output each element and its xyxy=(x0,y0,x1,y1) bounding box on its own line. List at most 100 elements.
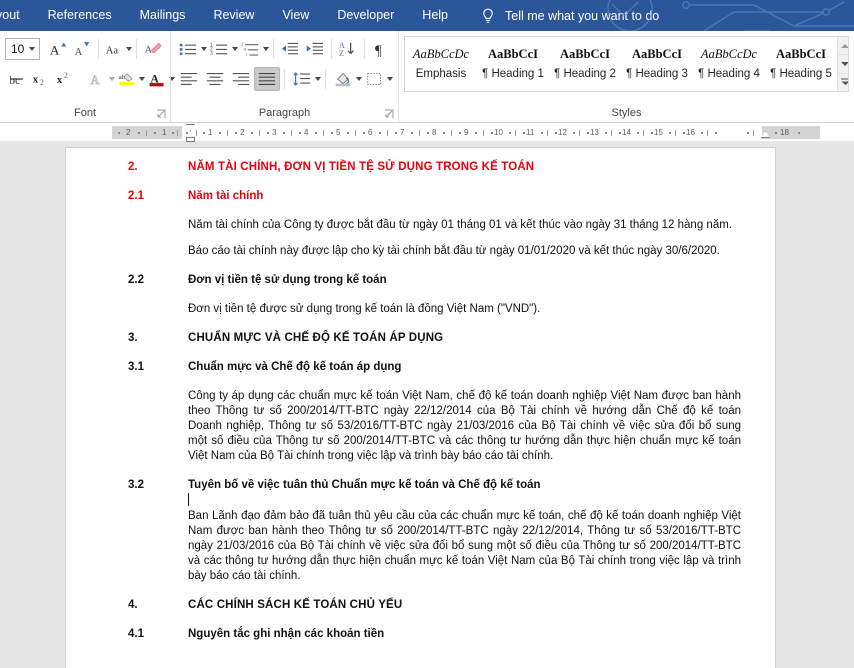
divider xyxy=(331,38,333,59)
clear-formatting-button[interactable]: A xyxy=(141,37,165,61)
tab-layout-truncated[interactable]: yout xyxy=(0,0,34,31)
tab-mailings[interactable]: Mailings xyxy=(126,0,200,31)
align-center-button[interactable] xyxy=(202,67,228,91)
bullets-button[interactable] xyxy=(176,37,201,61)
tab-help[interactable]: Help xyxy=(408,0,462,31)
text-highlight-color-button[interactable]: ab xyxy=(115,67,139,91)
font-row-2: bc x2 x2 A ab A xyxy=(5,65,165,92)
paragraph-heading-2[interactable]: 2. NĂM TÀI CHÍNH, ĐƠN VỊ TIỀN TỆ SỬ DỤNG… xyxy=(128,160,741,175)
shading-button[interactable] xyxy=(330,67,356,91)
paragraph-number: 4. xyxy=(128,599,138,611)
borders-dropdown-icon[interactable] xyxy=(387,67,393,91)
styles-gallery-scrollbar[interactable] xyxy=(837,37,848,91)
strikethrough-button[interactable]: bc xyxy=(5,67,29,91)
grow-font-button[interactable]: A xyxy=(46,37,70,61)
paragraph-dialog-launcher[interactable] xyxy=(384,109,394,119)
ribbon-body: 10 A A Aa A bc x 2 x 2 A ab A Font 1 2 3… xyxy=(0,31,854,123)
align-right-button[interactable] xyxy=(228,67,254,91)
paragraph-number xyxy=(128,509,188,584)
ribbon-group-font: 10 A A Aa A bc x 2 x 2 A ab A Font xyxy=(0,31,170,122)
document-canvas[interactable]: 2. NĂM TÀI CHÍNH, ĐƠN VỊ TIỀN TỆ SỬ DỤNG… xyxy=(0,142,854,668)
horizontal-ruler[interactable]: 2 1 1 2 3 4 5 6 7 8 9 10 11 12 13 14 15 xyxy=(0,123,854,142)
paragraph-heading-4-1[interactable]: 4.1 Nguyên tắc ghi nhận các khoản tiền xyxy=(128,627,741,642)
paragraph-heading-4[interactable]: 4. CÁC CHÍNH SÁCH KẾ TOÁN CHỦ YẾU xyxy=(128,598,741,613)
paragraph-number xyxy=(128,218,188,233)
align-left-button[interactable] xyxy=(176,67,202,91)
bullets-dropdown-icon[interactable] xyxy=(201,37,207,61)
sort-button[interactable]: A Z xyxy=(336,37,360,61)
text-cursor-line[interactable] xyxy=(128,493,741,509)
paragraph-heading-3-1[interactable]: 3.1 Chuẩn mực và Chế độ kế toán áp dụng xyxy=(128,360,741,375)
line-spacing-button[interactable] xyxy=(289,67,315,91)
svg-text:A: A xyxy=(74,47,82,58)
superscript-button[interactable]: x2 xyxy=(53,67,77,91)
style-item-heading-2[interactable]: AaBbCcI ¶ Heading 2 xyxy=(549,37,621,91)
paragraph-body-fiscal-year[interactable]: Năm tài chính của Công ty được bắt đầu t… xyxy=(128,218,741,233)
style-name: ¶ Heading 3 xyxy=(626,67,688,80)
divider xyxy=(325,68,327,89)
change-case-dropdown-icon[interactable] xyxy=(126,37,132,61)
multilevel-list-button[interactable]: 1ai xyxy=(238,37,263,61)
paragraph-body-standards-applied[interactable]: Công ty áp dụng các chuẩn mực kế toán Vi… xyxy=(128,389,741,464)
style-name: ¶ Heading 4 xyxy=(698,67,760,80)
style-item-heading-4[interactable]: AaBbCcDc ¶ Heading 4 xyxy=(693,37,765,91)
paragraph-heading-2-1[interactable]: 2.1 Năm tài chính xyxy=(128,189,741,204)
tab-developer[interactable]: Developer xyxy=(323,0,408,31)
tab-references[interactable]: References xyxy=(34,0,126,31)
divider xyxy=(364,38,365,59)
font-dialog-launcher[interactable] xyxy=(156,109,166,119)
text-effects-button[interactable]: A xyxy=(85,67,109,91)
paragraph-heading-3-2[interactable]: 3.2 Tuyên bố về việc tuân thủ Chuẩn mực … xyxy=(128,478,741,493)
show-formatting-marks-button[interactable]: ¶ xyxy=(369,37,393,61)
document-content[interactable]: 2. NĂM TÀI CHÍNH, ĐƠN VỊ TIỀN TỆ SỬ DỤNG… xyxy=(128,160,741,642)
paragraph-heading-3[interactable]: 3. CHUẨN MỰC VÀ CHẾ ĐỘ KẾ TOÁN ÁP DỤNG xyxy=(128,331,741,346)
decrease-indent-button[interactable] xyxy=(277,37,302,61)
font-color-button[interactable]: A xyxy=(145,67,169,91)
svg-text:1: 1 xyxy=(241,41,244,46)
paragraph-text: Năm tài chính của Công ty được bắt đầu t… xyxy=(188,219,732,231)
svg-text:bc: bc xyxy=(10,73,20,87)
styles-scroll-up-button[interactable] xyxy=(838,37,848,56)
tell-me-box[interactable]: Tell me what you want to do xyxy=(480,7,659,25)
change-case-button[interactable]: Aa xyxy=(102,37,126,61)
font-size-input[interactable]: 10 xyxy=(5,37,40,61)
svg-text:¶: ¶ xyxy=(375,43,382,58)
paragraph-body-report-period[interactable]: Báo cáo tài chính này được lập cho kỳ tà… xyxy=(128,244,741,259)
font-size-value: 10 xyxy=(11,41,25,56)
justify-button[interactable] xyxy=(253,66,280,91)
styles-scroll-down-button[interactable] xyxy=(838,55,848,74)
paragraph-heading-2-2[interactable]: 2.2 Đơn vị tiền tệ sử dụng trong kế toán xyxy=(128,273,741,288)
styles-more-button[interactable] xyxy=(838,73,848,91)
svg-text:x: x xyxy=(57,75,63,86)
svg-text:x: x xyxy=(33,74,39,85)
increase-indent-button[interactable] xyxy=(302,37,327,61)
style-item-heading-3[interactable]: AaBbCcI ¶ Heading 3 xyxy=(621,37,693,91)
style-item-heading-5[interactable]: AaBbCcI ¶ Heading 5 xyxy=(765,37,837,91)
numbering-dropdown-icon[interactable] xyxy=(232,37,238,61)
paragraph-body-compliance[interactable]: Ban Lãnh đạo đảm bảo đã tuân thủ yêu cầu… xyxy=(128,509,741,584)
document-page[interactable]: 2. NĂM TÀI CHÍNH, ĐƠN VỊ TIỀN TỆ SỬ DỤNG… xyxy=(66,148,775,668)
paragraph-text: Công ty áp dụng các chuẩn mực kế toán Vi… xyxy=(188,390,741,462)
divider xyxy=(136,38,137,59)
numbering-button[interactable]: 123 xyxy=(207,37,232,61)
line-spacing-dropdown-icon[interactable] xyxy=(315,67,321,91)
tab-view[interactable]: View xyxy=(268,0,323,31)
text-cursor xyxy=(188,493,189,506)
tab-review[interactable]: Review xyxy=(199,0,268,31)
font-size-dropdown-icon[interactable] xyxy=(29,37,36,61)
paragraph-text: Chuẩn mực và Chế độ kế toán áp dụng xyxy=(188,361,402,373)
multilevel-list-dropdown-icon[interactable] xyxy=(263,37,269,61)
style-item-emphasis[interactable]: AaBbCcDc Emphasis xyxy=(405,37,477,91)
paragraph-body-currency[interactable]: Đơn vị tiền tệ được sử dụng trong kế toá… xyxy=(128,302,741,317)
subscript-button[interactable]: x2 xyxy=(29,67,53,91)
divider xyxy=(283,68,285,89)
text-effects-dropdown-icon[interactable] xyxy=(109,67,115,91)
borders-button[interactable] xyxy=(362,67,386,91)
shrink-font-button[interactable]: A xyxy=(70,37,94,61)
style-item-heading-1[interactable]: AaBbCcI ¶ Heading 1 xyxy=(477,37,549,91)
paragraph-number: 3.2 xyxy=(128,479,144,491)
